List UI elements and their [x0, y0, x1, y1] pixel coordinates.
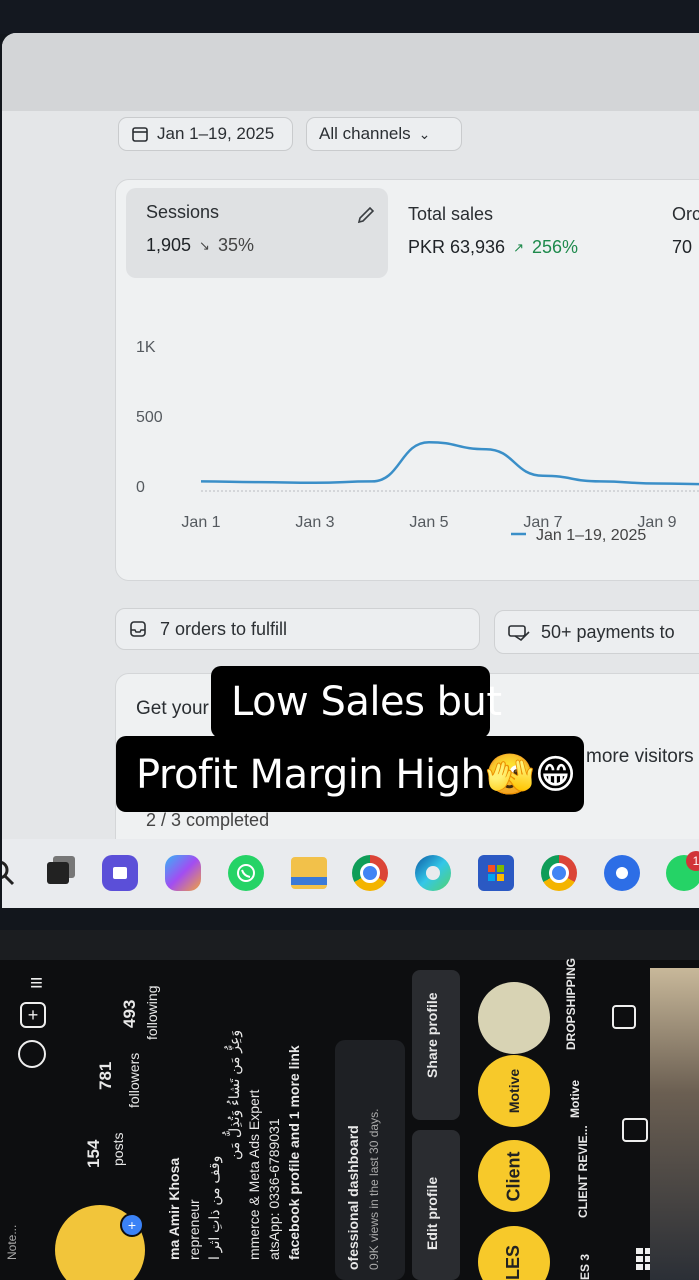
- total-sales-metric[interactable]: Total sales PKR 63,936 ↗ 256%: [408, 204, 578, 258]
- bio-line-3: وَعِزُّ مَن تَشاءُ وَتُذِلُّ مَن: [226, 1029, 242, 1160]
- highlight-label-client: CLIENT REVIE...: [576, 1125, 590, 1218]
- total-sales-value: PKR 63,936: [408, 237, 506, 257]
- edit-profile-label: Edit profile: [424, 1176, 440, 1250]
- bio-line-1: repreneur: [186, 1199, 202, 1260]
- task-view-icon[interactable]: [40, 855, 76, 891]
- highlight-label-motive: Motive: [568, 1079, 582, 1118]
- orders-to-fulfill-button[interactable]: 7 orders to fulfill: [115, 608, 480, 650]
- y-tick-label: 500: [136, 409, 163, 426]
- share-profile-label: Share profile: [424, 992, 440, 1078]
- caption-line-2: Profit Margin High🫣😁: [116, 736, 584, 812]
- highlight-sales[interactable]: LES: [478, 1226, 550, 1280]
- channels-label: All channels: [319, 124, 411, 143]
- payments-button[interactable]: 50+ payments to: [494, 610, 699, 654]
- followers-count[interactable]: 781: [96, 1062, 116, 1090]
- following-label: following: [144, 985, 160, 1040]
- dashboard-subtitle: 0.9K views in the last 30 days.: [367, 1108, 381, 1270]
- pencil-icon[interactable]: [355, 204, 377, 226]
- orders-label: Orc: [672, 204, 699, 224]
- browser-header: [2, 33, 699, 111]
- highlight-client[interactable]: Client: [478, 1140, 550, 1212]
- phone-instagram-profile: ≡ + 493 following 781 followers 154 post…: [0, 930, 699, 1280]
- followers-label: followers: [126, 1052, 142, 1108]
- highlight-client-text: Client: [503, 1150, 524, 1202]
- profile-name: ma Amir Khosa: [166, 1157, 182, 1260]
- payment-icon: [508, 625, 530, 642]
- y-tick-label: 0: [136, 479, 145, 496]
- total-sales-change: 256%: [531, 237, 579, 257]
- setup-title: Get your: [136, 698, 209, 719]
- sessions-label: Sessions: [146, 202, 220, 222]
- chrome-profile-icon[interactable]: [541, 855, 577, 891]
- date-range-label: Jan 1–19, 2025: [157, 124, 275, 143]
- highlight-label-sales: ES 3: [578, 1253, 592, 1280]
- notes-label[interactable]: Note...: [5, 1225, 19, 1260]
- posts-count[interactable]: 154: [84, 1140, 104, 1168]
- phone-bezel: [0, 930, 699, 960]
- setup-progress: 2 / 3 completed: [146, 810, 270, 830]
- orders-value: 70: [672, 237, 693, 257]
- fulfill-label: 7 orders to fulfill: [160, 618, 288, 639]
- y-tick-label: 1K: [136, 339, 156, 356]
- arrow-down-icon: ↘: [199, 237, 210, 253]
- channels-dropdown[interactable]: All channels ⌄: [306, 117, 462, 151]
- highlight-motive-text: Motive: [506, 1068, 522, 1114]
- sessions-change: 35%: [217, 235, 254, 255]
- post-thumbnail-strip[interactable]: [650, 968, 699, 1280]
- x-tick-label: Jan 1: [181, 514, 220, 531]
- total-sales-label: Total sales: [408, 204, 494, 224]
- tagged-icon[interactable]: [612, 1005, 636, 1029]
- search-icon[interactable]: [2, 855, 20, 891]
- windows-taskbar: 1: [2, 839, 699, 908]
- payments-label: 50+ payments to: [541, 621, 675, 642]
- chevron-down-icon: ⌄: [418, 125, 431, 142]
- threads-icon[interactable]: [18, 1040, 46, 1068]
- whatsapp-icon[interactable]: [228, 855, 264, 891]
- meet-icon[interactable]: [102, 855, 138, 891]
- arrow-up-icon: ↗: [513, 239, 524, 255]
- profile-links[interactable]: facebook profile and 1 more link: [286, 1045, 302, 1260]
- calendar-icon: [132, 127, 148, 142]
- edge-icon[interactable]: [415, 855, 451, 891]
- chrome-icon[interactable]: [352, 855, 388, 891]
- sessions-value: 1,905: [146, 235, 192, 255]
- bio-line-4: mmerce & Meta Ads Expert: [246, 1089, 262, 1260]
- legend-label: Jan 1–19, 2025: [536, 527, 646, 544]
- inbox-icon: [130, 621, 146, 637]
- copilot-icon[interactable]: [165, 855, 201, 891]
- following-count[interactable]: 493: [120, 1000, 140, 1028]
- series-line: [200, 440, 699, 486]
- analytics-card: Sessions 1,905 ↘ 35% Total sales PKR 63,…: [115, 179, 699, 581]
- dashboard-title: ofessional dashboard: [345, 1125, 361, 1270]
- add-story-icon[interactable]: +: [120, 1213, 144, 1237]
- highlight-dropshipping[interactable]: [478, 982, 550, 1054]
- setup-visitors: more visitors: [586, 746, 694, 767]
- file-explorer-icon[interactable]: [291, 857, 327, 889]
- reels-icon[interactable]: [622, 1118, 648, 1142]
- store-icon[interactable]: [478, 855, 514, 891]
- notification-badge: 1: [686, 851, 699, 871]
- add-post-icon[interactable]: +: [20, 1002, 46, 1028]
- sessions-line-chart: 05001KJan 1 Jan 3 Jan 5 Jan 7 Jan 9Jan 1–19,…: [136, 339, 699, 544]
- sessions-metric: Sessions 1,905 ↘ 35%: [146, 202, 254, 256]
- highlight-label-dropshipping: DROPSHIPPING: [564, 957, 578, 1050]
- caption-line-1: Low Sales but: [211, 666, 502, 738]
- bio-line-5: atsApp: 0336-6789031: [266, 1118, 282, 1260]
- top-bar: [0, 0, 699, 34]
- highlight-motive[interactable]: Motive: [478, 1055, 550, 1127]
- menu-icon[interactable]: ≡: [30, 970, 43, 996]
- date-range-button[interactable]: Jan 1–19, 2025: [118, 117, 293, 151]
- chrome-alt-icon[interactable]: [604, 855, 640, 891]
- orders-metric[interactable]: Orc 70: [672, 204, 699, 258]
- x-tick-label: Jan 3: [295, 514, 334, 531]
- bio-line-2: وقف من ذاتِ اثر ا: [206, 1155, 222, 1260]
- posts-label: posts: [110, 1132, 126, 1166]
- x-tick-label: Jan 5: [409, 514, 448, 531]
- highlight-sales-text: LES: [503, 1244, 524, 1280]
